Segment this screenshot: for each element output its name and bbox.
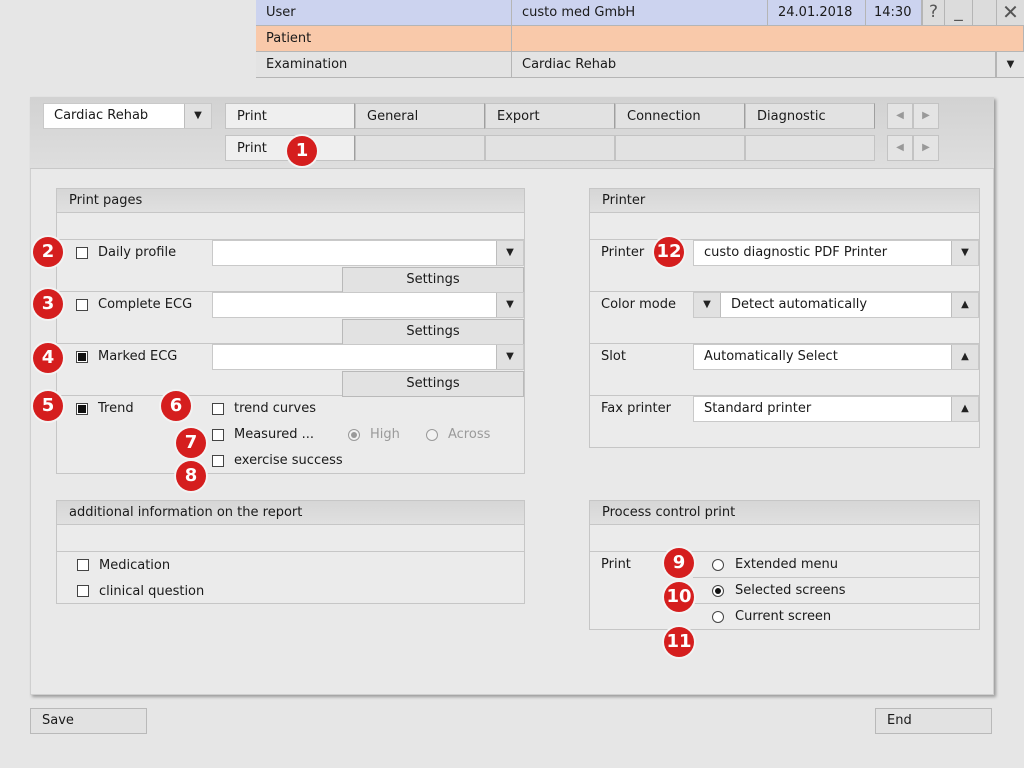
exercise-success-checkbox[interactable] bbox=[212, 455, 224, 467]
marker-5: 5 bbox=[33, 391, 63, 421]
nav-prev-icon[interactable]: ◀ bbox=[887, 103, 913, 129]
complete-ecg-settings-button[interactable]: Settings bbox=[342, 319, 524, 345]
exercise-success-label: exercise success bbox=[234, 453, 343, 468]
examination-dropdown-icon[interactable]: ▼ bbox=[996, 52, 1024, 78]
high-label: High bbox=[370, 427, 400, 442]
marker-12: 12 bbox=[654, 237, 684, 267]
marker-9: 9 bbox=[664, 548, 694, 578]
chevron-down-icon: ▼ bbox=[496, 293, 523, 317]
end-button[interactable]: End bbox=[875, 708, 992, 734]
color-mode-select[interactable]: ▼ Detect automatically ▲ bbox=[693, 292, 979, 318]
patient-value[interactable] bbox=[512, 26, 1024, 52]
daily-profile-label: Daily profile bbox=[98, 245, 177, 260]
selected-screens-label: Selected screens bbox=[735, 583, 846, 598]
chevron-down-icon: ▼ bbox=[951, 241, 978, 265]
printer-title: Printer bbox=[590, 189, 979, 213]
measured-checkbox[interactable] bbox=[212, 429, 224, 441]
across-label: Across bbox=[448, 427, 491, 442]
marked-ecg-checkbox[interactable] bbox=[76, 351, 88, 363]
across-radio[interactable] bbox=[426, 429, 438, 441]
marker-8: 8 bbox=[176, 461, 206, 491]
chevron-up-icon: ▲ bbox=[951, 397, 978, 421]
user-label: User bbox=[256, 0, 512, 26]
trend-label: Trend bbox=[98, 401, 134, 416]
save-button[interactable]: Save bbox=[30, 708, 147, 734]
close-icon[interactable]: ✕ bbox=[996, 0, 1024, 26]
selected-screens-radio[interactable] bbox=[712, 585, 724, 597]
marker-4: 4 bbox=[33, 343, 63, 373]
chevron-up-icon: ▲ bbox=[951, 345, 978, 369]
printer-label: Printer bbox=[601, 245, 645, 260]
daily-profile-select[interactable]: ▼ bbox=[212, 240, 524, 266]
extended-menu-label: Extended menu bbox=[735, 557, 839, 572]
slot-select[interactable]: Automatically Select ▲ bbox=[693, 344, 979, 370]
printer-select[interactable]: custo diagnostic PDF Printer ▼ bbox=[693, 240, 979, 266]
clinical-question-checkbox[interactable] bbox=[77, 585, 89, 597]
slot-label: Slot bbox=[601, 349, 626, 364]
trend-checkbox[interactable] bbox=[76, 403, 88, 415]
process-control-title: Process control print bbox=[590, 501, 979, 525]
marked-ecg-settings-button[interactable]: Settings bbox=[342, 371, 524, 397]
chevron-down-icon[interactable]: ▼ bbox=[694, 293, 721, 317]
user-value: custo med GmbH bbox=[512, 0, 768, 26]
extended-menu-radio[interactable] bbox=[712, 559, 724, 571]
marker-10: 10 bbox=[664, 582, 694, 612]
marker-6: 6 bbox=[161, 391, 191, 421]
subnav-next-icon[interactable]: ▶ bbox=[913, 135, 939, 161]
subnav-prev-icon[interactable]: ◀ bbox=[887, 135, 913, 161]
tab-print[interactable]: Print bbox=[225, 103, 355, 129]
examination-value[interactable]: Cardiac Rehab bbox=[512, 52, 996, 78]
nav-next-icon[interactable]: ▶ bbox=[913, 103, 939, 129]
date-display: 24.01.2018 bbox=[768, 0, 866, 26]
question-icon[interactable]: ? bbox=[922, 0, 944, 26]
process-print-label: Print bbox=[601, 557, 631, 572]
marker-7: 7 bbox=[176, 428, 206, 458]
fax-printer-value: Standard printer bbox=[704, 401, 812, 416]
tab-export[interactable]: Export bbox=[485, 103, 615, 129]
mode-select[interactable]: Cardiac Rehab ▼ bbox=[43, 103, 212, 129]
patient-label: Patient bbox=[256, 26, 512, 52]
medication-checkbox[interactable] bbox=[77, 559, 89, 571]
daily-profile-settings-button[interactable]: Settings bbox=[342, 267, 524, 293]
fax-printer-label: Fax printer bbox=[601, 401, 671, 416]
chevron-down-icon: ▼ bbox=[184, 104, 211, 128]
complete-ecg-select[interactable]: ▼ bbox=[212, 292, 524, 318]
current-screen-radio[interactable] bbox=[712, 611, 724, 623]
color-mode-value: Detect automatically bbox=[731, 297, 868, 312]
fax-printer-select[interactable]: Standard printer ▲ bbox=[693, 396, 979, 422]
tab-connection[interactable]: Connection bbox=[615, 103, 745, 129]
marker-3: 3 bbox=[33, 289, 63, 319]
marker-1: 1 bbox=[287, 136, 317, 166]
marked-ecg-select[interactable]: ▼ bbox=[212, 344, 524, 370]
print-pages-title: Print pages bbox=[57, 189, 524, 213]
complete-ecg-checkbox[interactable] bbox=[76, 299, 88, 311]
tab-diagnostic[interactable]: Diagnostic bbox=[745, 103, 875, 129]
time-display: 14:30 bbox=[866, 0, 922, 26]
trend-curves-checkbox[interactable] bbox=[212, 403, 224, 415]
additional-info-title: additional information on the report bbox=[57, 501, 524, 525]
minimize-icon[interactable]: _ bbox=[944, 0, 972, 26]
mode-select-value: Cardiac Rehab bbox=[54, 108, 149, 123]
complete-ecg-label: Complete ECG bbox=[98, 297, 193, 312]
slot-value: Automatically Select bbox=[704, 349, 838, 364]
examination-label: Examination bbox=[256, 52, 512, 78]
color-mode-label: Color mode bbox=[601, 297, 676, 312]
medication-label: Medication bbox=[99, 558, 171, 573]
chevron-down-icon: ▼ bbox=[496, 345, 523, 369]
current-screen-label: Current screen bbox=[735, 609, 832, 624]
chevron-down-icon: ▼ bbox=[496, 241, 523, 265]
printer-select-value: custo diagnostic PDF Printer bbox=[704, 245, 888, 260]
daily-profile-checkbox[interactable] bbox=[76, 247, 88, 259]
trend-curves-label: trend curves bbox=[234, 401, 316, 416]
marker-2: 2 bbox=[33, 237, 63, 267]
chevron-up-icon[interactable]: ▲ bbox=[951, 293, 978, 317]
marked-ecg-label: Marked ECG bbox=[98, 349, 178, 364]
measured-label: Measured ... bbox=[234, 427, 315, 442]
high-radio[interactable] bbox=[348, 429, 360, 441]
clinical-question-label: clinical question bbox=[99, 584, 205, 599]
marker-11: 11 bbox=[664, 627, 694, 657]
tab-general[interactable]: General bbox=[355, 103, 485, 129]
